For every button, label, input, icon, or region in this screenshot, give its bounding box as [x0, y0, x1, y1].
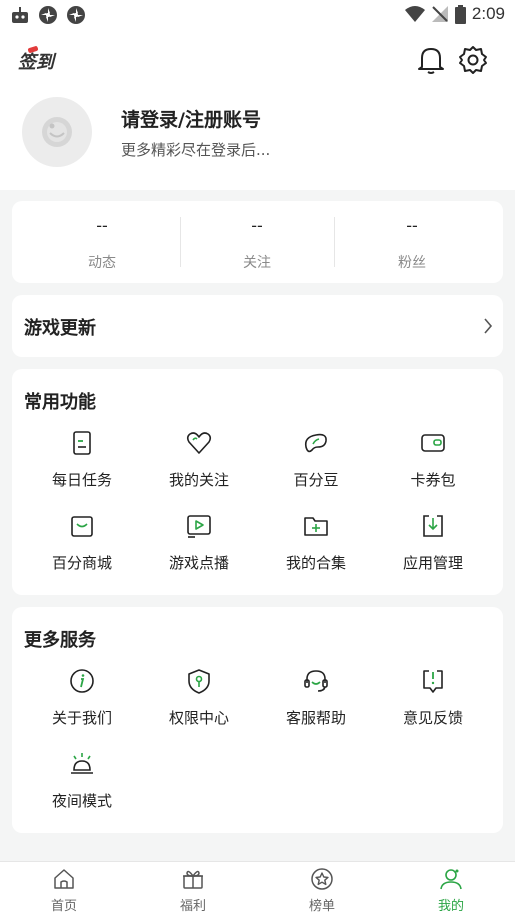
item-coupons[interactable]: 卡券包	[378, 429, 488, 501]
stat-value: --	[251, 216, 263, 235]
section-title: 常用功能	[24, 392, 96, 413]
item-label: 百分商城	[51, 554, 112, 572]
section-title: 更多服务	[24, 630, 96, 651]
item-label: 卡券包	[410, 471, 456, 489]
bag-icon	[71, 516, 93, 537]
bean-icon	[304, 433, 327, 453]
clock: 2:09	[471, 4, 505, 23]
pinwheel-notification-icon	[39, 6, 57, 24]
stat-posts[interactable]: -- 动态	[24, 201, 180, 283]
battery-icon	[454, 4, 466, 24]
stat-value: --	[96, 216, 108, 235]
robot-notification-icon	[12, 7, 28, 23]
item-app-management[interactable]: 应用管理	[378, 512, 488, 584]
chevron-right-icon	[484, 318, 493, 334]
sign-in-button[interactable]: 签到	[18, 48, 54, 74]
item-label: 游戏点播	[168, 554, 229, 572]
stat-label: 动态	[88, 255, 116, 271]
bell-icon[interactable]	[417, 45, 445, 75]
profile-header: 2:09 签到 请登录/注册账号 更多精彩尽在登录后...	[0, 0, 515, 190]
item-label: 我的关注	[168, 471, 229, 489]
stat-following[interactable]: -- 关注	[180, 201, 334, 283]
item-my-follows[interactable]: 我的关注	[144, 429, 254, 501]
task-icon	[73, 431, 91, 455]
login-prompt[interactable]: 请登录/注册账号	[121, 105, 261, 132]
stats-card: -- 动态 -- 关注 -- 粉丝	[12, 201, 503, 283]
shield-key-icon	[188, 669, 210, 694]
login-subtitle: 更多精彩尽在登录后...	[121, 141, 271, 159]
item-mall[interactable]: 百分商城	[27, 512, 137, 584]
wallet-icon	[421, 434, 445, 452]
download-box-icon	[423, 515, 443, 537]
item-label: 百分豆	[293, 471, 339, 489]
item-label: 每日任务	[51, 471, 112, 489]
nav-label: 福利	[179, 899, 206, 914]
wifi-icon	[404, 6, 425, 22]
default-avatar-icon	[42, 117, 72, 147]
common-functions-card: 常用功能 每日任务 我的关注 百分豆 卡券包 百分商城 游戏点播 我的合集 应用…	[12, 369, 503, 595]
gear-icon[interactable]	[458, 45, 488, 75]
status-bar: 2:09	[0, 0, 515, 30]
play-icon	[187, 515, 211, 538]
item-label: 我的合集	[285, 554, 346, 572]
game-update-row[interactable]: 游戏更新	[12, 295, 503, 357]
pinwheel-notification-icon-2	[67, 6, 85, 24]
stat-label: 关注	[243, 255, 271, 271]
item-my-collections[interactable]: 我的合集	[261, 512, 371, 584]
stat-value: --	[406, 216, 418, 235]
item-label: 意见反馈	[402, 709, 463, 727]
item-game-vod[interactable]: 游戏点播	[144, 512, 254, 584]
item-label: 应用管理	[402, 554, 463, 572]
item-label: 关于我们	[51, 709, 112, 727]
nav-mine[interactable]: 我的	[391, 862, 511, 917]
item-permission-center[interactable]: 权限中心	[144, 667, 254, 739]
item-about-us[interactable]: 关于我们	[27, 667, 137, 739]
avatar[interactable]	[22, 97, 92, 167]
more-services-card: 更多服务 关于我们 权限中心 客服帮助 意见反馈 夜间模式	[12, 607, 503, 833]
heart-icon	[186, 432, 212, 454]
bottom-navigation: 首页 福利 榜单 我的	[0, 861, 515, 917]
item-label: 权限中心	[168, 709, 229, 727]
item-label: 夜间模式	[51, 792, 112, 810]
nav-label: 榜单	[308, 899, 335, 914]
nav-welfare[interactable]: 福利	[133, 862, 253, 917]
stat-label: 粉丝	[398, 255, 426, 271]
info-icon	[70, 669, 94, 693]
feedback-icon	[423, 670, 443, 693]
no-signal-icon	[431, 6, 448, 22]
headset-icon	[304, 670, 328, 692]
profile-icon	[440, 869, 462, 890]
nav-home[interactable]: 首页	[4, 862, 124, 917]
stat-fans[interactable]: -- 粉丝	[334, 201, 490, 283]
star-badge-icon	[311, 868, 333, 890]
night-lamp-icon	[71, 753, 93, 774]
item-daily-task[interactable]: 每日任务	[27, 429, 137, 501]
item-night-mode[interactable]: 夜间模式	[27, 750, 137, 822]
nav-label: 首页	[50, 899, 77, 914]
item-feedback[interactable]: 意见反馈	[378, 667, 488, 739]
item-label: 客服帮助	[285, 709, 346, 727]
game-update-label: 游戏更新	[24, 318, 96, 339]
nav-label: 我的	[437, 899, 464, 914]
nav-rankings[interactable]: 榜单	[262, 862, 382, 917]
gift-icon	[183, 870, 203, 889]
home-icon	[54, 869, 74, 889]
item-points[interactable]: 百分豆	[261, 429, 371, 501]
folder-add-icon	[304, 517, 328, 536]
item-customer-service[interactable]: 客服帮助	[261, 667, 371, 739]
